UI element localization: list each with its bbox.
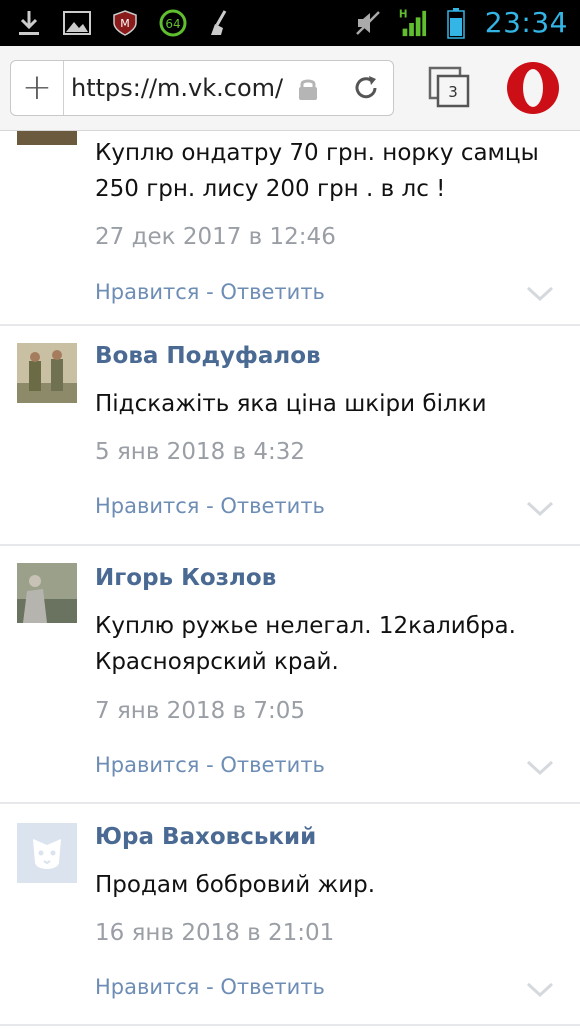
comment-item: Вова Подуфалов Підскажіть яка ціна шкіри… [0,326,580,546]
chevron-down-icon[interactable] [526,500,554,522]
image-icon [62,8,92,38]
comment-item: Юра Ваховський Продам бобровий жир. 16 я… [0,804,580,1026]
tabs-button[interactable]: 3 [428,66,472,114]
comment-author[interactable]: Вова Подуфалов [95,343,321,369]
download-icon [14,8,44,38]
svg-text:H: H [399,8,408,20]
reply-link[interactable]: Ответить [220,975,325,999]
comment-date[interactable]: 5 янв 2018 в 4:32 [95,439,305,465]
svg-text:M: M [120,17,130,30]
comment-actions: Нравится - Ответить [95,975,325,999]
comment-actions: Нравится - Ответить [95,280,325,304]
comment-text: Куплю ондатру 70 грн. норку самцы 250 гр… [95,140,539,202]
lock-icon [297,77,319,105]
reply-link[interactable]: Ответить [220,494,325,518]
comment-item: Куплю ондатру 70 грн. норку самцы 250 гр… [0,131,580,326]
comment-actions: Нравится - Ответить [95,753,325,777]
opera-menu-button[interactable] [505,60,561,120]
svg-text:64: 64 [165,17,180,31]
action-separator: - [199,280,221,304]
comment-date[interactable]: 7 янв 2018 в 7:05 [95,698,305,724]
comment-text: Продам бобровий жир. [95,872,376,898]
status-time: 23:34 [484,6,568,39]
comments-feed: Куплю ондатру 70 грн. норку самцы 250 гр… [0,131,580,1026]
plus-icon: + [21,67,53,108]
comment-item: Игорь Козлов Куплю ружье нелегал. 12кали… [0,546,580,804]
comment-date[interactable]: 16 янв 2018 в 21:01 [95,920,334,946]
like-link[interactable]: Нравится [95,975,199,999]
like-link[interactable]: Нравится [95,753,199,777]
avatar[interactable] [17,131,77,145]
like-link[interactable]: Нравится [95,494,199,518]
address-bar[interactable]: + https://m.vk.com/ [10,60,394,116]
opera-logo-icon [507,62,559,114]
mute-icon [353,8,383,38]
broom-icon [206,8,236,38]
avatar[interactable] [17,823,77,883]
default-avatar-icon [17,823,77,883]
battery-64-icon: 64 [158,8,188,38]
comment-date[interactable]: 27 дек 2017 в 12:46 [95,224,336,250]
comment-text: Підскажіть яка ціна шкіри білки [95,391,487,417]
browser-toolbar: + https://m.vk.com/ 3 [0,46,580,131]
reply-link[interactable]: Ответить [220,753,325,777]
status-bar: M 64 H 23:34 [0,0,580,46]
action-separator: - [199,494,221,518]
comment-actions: Нравится - Ответить [95,494,325,518]
battery-icon [441,7,471,39]
chevron-down-icon[interactable] [526,285,554,307]
reply-link[interactable]: Ответить [220,280,325,304]
avatar[interactable] [17,343,77,403]
tabs-count: 3 [448,83,458,101]
shield-icon: M [110,8,140,38]
signal-icon: H [397,8,427,38]
like-link[interactable]: Нравится [95,280,199,304]
chevron-down-icon[interactable] [526,981,554,1003]
chevron-down-icon[interactable] [526,759,554,781]
add-speed-dial-button[interactable]: + [11,61,64,115]
action-separator: - [199,753,221,777]
url-text[interactable]: https://m.vk.com/ [71,74,283,102]
action-separator: - [199,975,221,999]
avatar[interactable] [17,563,77,623]
comment-author[interactable]: Игорь Козлов [95,565,276,591]
comment-author[interactable]: Юра Ваховський [95,824,316,850]
reload-icon[interactable] [351,73,381,107]
comment-text: Куплю ружье нелегал. 12калибра. Краснояр… [95,613,516,675]
